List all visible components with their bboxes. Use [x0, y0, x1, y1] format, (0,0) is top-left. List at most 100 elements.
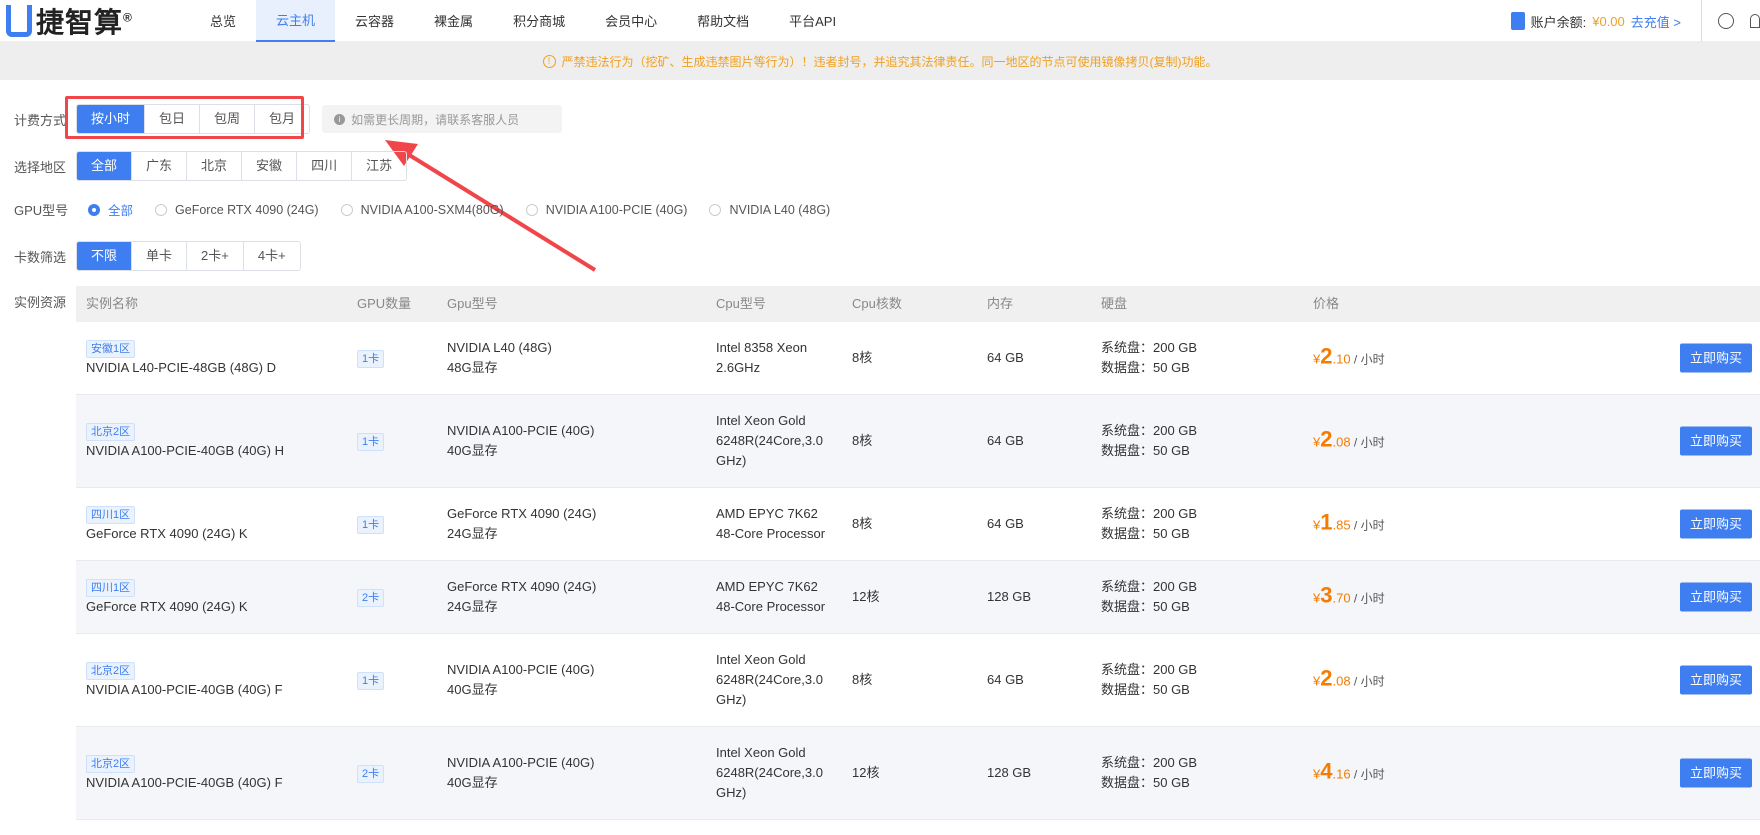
data-disk: 数据盘：50 GB	[1101, 682, 1190, 697]
buy-now-button[interactable]: 立即购买	[1679, 426, 1752, 456]
price-cell: ¥3.70 / 小时	[1313, 582, 1385, 609]
radio-icon	[525, 203, 538, 216]
disk-cell: 系统盘：200 GB 数据盘：50 GB	[1101, 577, 1197, 617]
gpu-model-cell: NVIDIA A100-PCIE (40G) 40G显存	[447, 753, 594, 793]
region-option[interactable]: 广东	[132, 152, 188, 180]
instance-name-cell: 北京2区 NVIDIA A100-PCIE-40GB (40G) F	[86, 660, 283, 700]
memory: 64 GB	[987, 516, 1024, 531]
table-row: 四川1区 GeForce RTX 4090 (24G) K 1卡 GeForce RT…	[76, 488, 1760, 561]
vram: 24G显存	[447, 599, 498, 614]
price-integer: 3	[1320, 582, 1333, 608]
cpu-model: AMD EPYC 7K62 48-Core Processor	[716, 506, 826, 541]
memory: 64 GB	[987, 350, 1024, 365]
data-disk: 数据盘：50 GB	[1101, 443, 1190, 458]
vram: 40G显存	[447, 682, 498, 697]
table-row: 北京2区 NVIDIA A100-PCIE-40GB (40G) F 1卡 NVIDI…	[76, 634, 1760, 727]
radio-icon	[709, 203, 722, 216]
data-disk: 数据盘：50 GB	[1101, 775, 1190, 790]
instance-table: 实例名称 GPU数量 Gpu型号 Cpu型号 Cpu核数 内存 硬盘 价格 安徽1区 NVIDI…	[76, 286, 1760, 820]
region-option[interactable]: 安徽	[242, 152, 298, 180]
radio-icon	[155, 203, 168, 216]
gpu-count-cell: 2卡	[357, 587, 385, 607]
region-option[interactable]: 江苏	[352, 152, 406, 180]
region-option[interactable]: 四川	[297, 152, 353, 180]
gpu-radio-label: NVIDIA A100-SXM4(80G)	[360, 202, 504, 217]
disk-cell: 系统盘：200 GB 数据盘：50 GB	[1101, 753, 1197, 793]
system-disk: 系统盘：200 GB	[1101, 506, 1198, 521]
instance-name-cell: 四川1区 GeForce RTX 4090 (24G) K	[86, 504, 248, 544]
column-header: Gpu型号	[447, 296, 498, 311]
gpu-radio[interactable]: NVIDIA A100-PCIE (40G)	[525, 200, 687, 219]
buy-now-button[interactable]: 立即购买	[1679, 758, 1752, 788]
system-disk: 系统盘：200 GB	[1101, 662, 1198, 677]
price-unit: / 小时	[1350, 591, 1385, 606]
disk-cell: 系统盘：200 GB 数据盘：50 GB	[1101, 421, 1197, 461]
cards-option[interactable]: 单卡	[132, 242, 188, 270]
memory: 128 GB	[987, 589, 1032, 604]
buy-now-button[interactable]: 立即购买	[1679, 343, 1752, 373]
gpu-model-cell: GeForce RTX 4090 (24G) 24G显存	[447, 504, 596, 544]
cards-option[interactable]: 不限	[77, 242, 133, 270]
price-cell: ¥2.08 / 小时	[1313, 667, 1385, 692]
cpu-cores: 8核	[852, 350, 873, 365]
instance-label: 实例资源	[14, 295, 67, 310]
data-disk: 数据盘：50 GB	[1101, 599, 1190, 614]
price-unit: / 小时	[1350, 352, 1385, 367]
gpu-filter: GPU型号 全部 GeForce RTX 4090 (24G) NVIDIA A10…	[14, 200, 852, 219]
buy-now-button[interactable]: 立即购买	[1679, 509, 1752, 539]
price-decimal: .08	[1332, 673, 1351, 689]
price-cell: ¥2.08 / 小时	[1313, 428, 1385, 453]
region-options: 全部 广东 北京 安徽 四川 江苏	[76, 151, 408, 181]
cards-option[interactable]: 2卡+	[187, 242, 244, 270]
gpu-radio[interactable]: NVIDIA L40 (48G)	[709, 200, 830, 219]
column-header: 硬盘	[1101, 296, 1128, 311]
instance-name: NVIDIA A100-PCIE-40GB (40G) F	[86, 682, 283, 697]
gpu-radio[interactable]: NVIDIA A100-SXM4(80G)	[340, 200, 504, 219]
cpu-cores: 12核	[852, 589, 880, 604]
buy-now-button[interactable]: 立即购买	[1679, 665, 1752, 695]
cpu-model: Intel 8358 Xeon 2.6GHz	[716, 340, 808, 375]
gpu-model-cell: GeForce RTX 4090 (24G) 24G显存	[447, 577, 596, 617]
price-integer: 2	[1320, 343, 1333, 369]
instance-name: GeForce RTX 4090 (24G) K	[86, 599, 248, 614]
instance-name-cell: 四川1区 GeForce RTX 4090 (24G) K	[86, 577, 248, 617]
price-decimal: .85	[1332, 517, 1351, 533]
buy-now-button[interactable]: 立即购买	[1679, 582, 1752, 612]
gpu-count-badge: 1卡	[357, 516, 385, 534]
region-option[interactable]: 北京	[187, 152, 243, 180]
data-disk: 数据盘：50 GB	[1101, 526, 1190, 541]
gpu-count-badge: 1卡	[357, 672, 385, 690]
zone-badge: 北京2区	[86, 755, 136, 773]
price-unit: / 小时	[1350, 767, 1385, 782]
card-filter: 卡数筛选 不限 单卡 2卡+ 4卡+	[14, 241, 301, 271]
gpu-options: 全部 GeForce RTX 4090 (24G) NVIDIA A100-SXM4…	[88, 200, 852, 219]
vram: 48G显存	[447, 360, 498, 375]
region-option[interactable]: 全部	[77, 152, 133, 180]
memory: 64 GB	[987, 433, 1024, 448]
column-header: Cpu核数	[852, 296, 902, 311]
instance-name: NVIDIA A100-PCIE-40GB (40G) H	[86, 443, 284, 458]
system-disk: 系统盘：200 GB	[1101, 755, 1198, 770]
system-disk: 系统盘：200 GB	[1101, 423, 1198, 438]
cpu-cores: 8核	[852, 516, 873, 531]
instance-name: NVIDIA L40-PCIE-48GB (48G) D	[86, 360, 277, 375]
cards-option[interactable]: 4卡+	[244, 242, 300, 270]
column-header: Cpu型号	[716, 296, 766, 311]
table-row: 四川1区 GeForce RTX 4090 (24G) K 2卡 GeForce RT…	[76, 561, 1760, 634]
vram: 24G显存	[447, 526, 498, 541]
disk-cell: 系统盘：200 GB 数据盘：50 GB	[1101, 338, 1197, 378]
gpu-model: GeForce RTX 4090 (24G)	[447, 506, 597, 521]
gpu-radio[interactable]: GeForce RTX 4090 (24G)	[155, 200, 319, 219]
table-row: 安徽1区 NVIDIA L40-PCIE-48GB (48G) D 1卡 NVIDIA…	[76, 322, 1760, 395]
gpu-model: NVIDIA A100-PCIE (40G)	[447, 755, 595, 770]
gpu-model-cell: NVIDIA A100-PCIE (40G) 40G显存	[447, 421, 594, 461]
gpu-radio[interactable]: 全部	[88, 200, 133, 219]
gpu-count-cell: 1卡	[357, 348, 385, 368]
region-filter: 选择地区 全部 广东 北京 安徽 四川 江苏	[14, 151, 408, 181]
zone-badge: 四川1区	[86, 506, 136, 524]
gpu-model: GeForce RTX 4090 (24G)	[447, 579, 597, 594]
price-unit: / 小时	[1350, 435, 1385, 450]
gpu-model-cell: NVIDIA A100-PCIE (40G) 40G显存	[447, 660, 594, 700]
price-integer: 1	[1320, 509, 1333, 535]
instance-name-cell: 安徽1区 NVIDIA L40-PCIE-48GB (48G) D	[86, 338, 276, 378]
